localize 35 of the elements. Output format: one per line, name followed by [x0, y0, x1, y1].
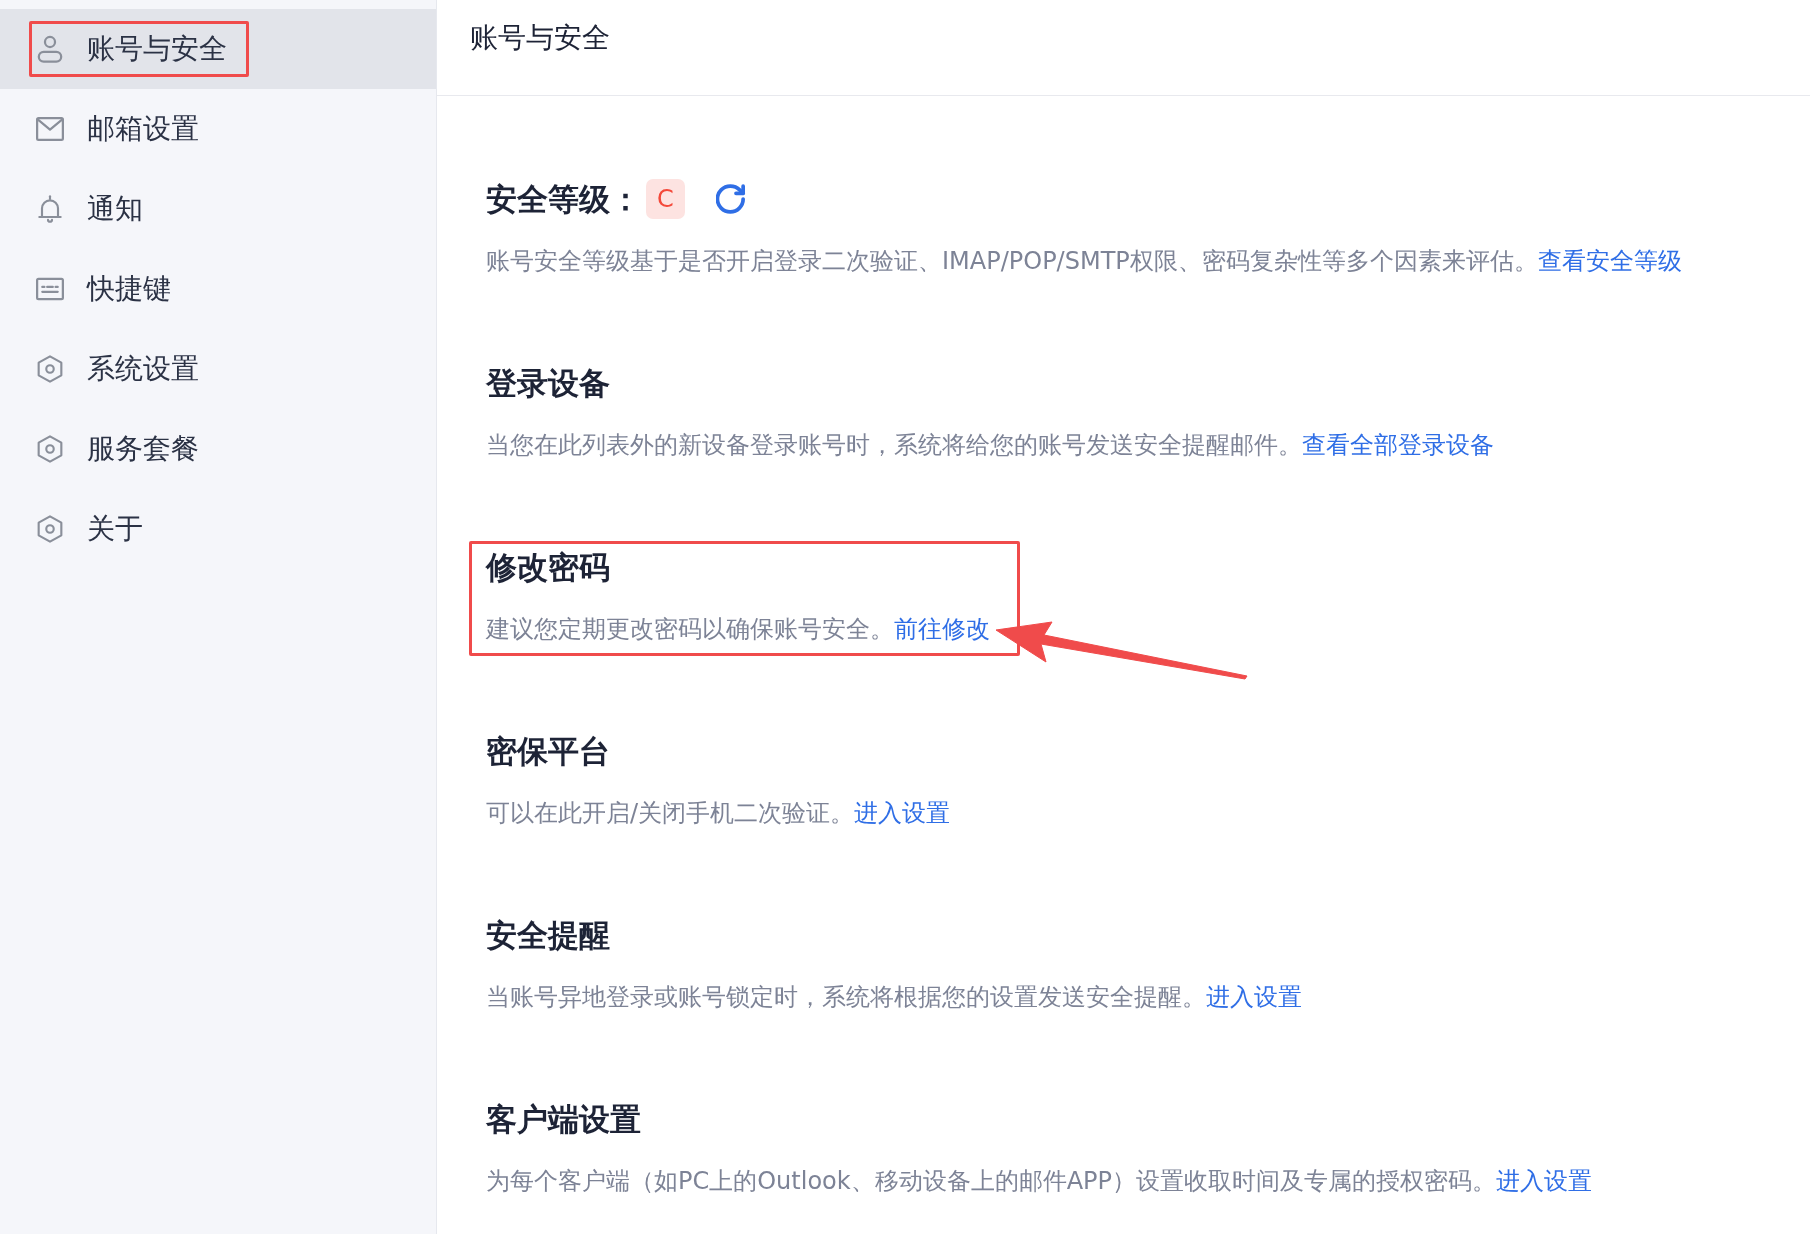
section-title: 密保平台 — [486, 732, 610, 771]
link[interactable]: 查看全部登录设备 — [1302, 431, 1494, 459]
section-description: 建议您定期更改密码以确保账号安全。 — [486, 615, 894, 643]
section-description: 为每个客户端（如PC上的Outlook、移动设备上的邮件APP）设置收取时间及专属的授权密码。 — [486, 1167, 1497, 1195]
link[interactable]: 前往修改 — [894, 615, 990, 643]
section-description: 可以在此开启/关闭手机二次验证。 — [486, 799, 855, 827]
hexagon-icon — [36, 355, 64, 383]
hexagon-icon — [36, 515, 64, 543]
link[interactable]: 查看安全等级 — [1537, 247, 1682, 275]
bell-icon — [36, 195, 64, 223]
hexagon-icon — [36, 435, 64, 463]
nav-item[interactable]: 服务套餐 — [0, 409, 436, 489]
link[interactable]: 进入设置 — [1496, 1167, 1593, 1195]
refresh-icon[interactable] — [716, 184, 746, 214]
nav-item[interactable]: 快捷键 — [0, 249, 436, 329]
header-title: 账号与安全 — [470, 20, 610, 56]
section-title: 安全等级： — [486, 180, 641, 219]
section-title: 修改密码 — [486, 548, 610, 587]
nav-item[interactable]: 邮箱设置 — [0, 89, 436, 169]
nav-item[interactable]: 系统设置 — [0, 329, 436, 409]
link[interactable]: 进入设置 — [1206, 983, 1302, 1011]
nav-item[interactable]: 账号与安全 — [0, 9, 436, 89]
section-description: 账号安全等级基于是否开启登录二次验证、IMAP/POP/SMTP权限、密码复杂性等多个因素来评估。 — [486, 247, 1538, 275]
nav-item[interactable]: 通知 — [0, 169, 436, 249]
section-description: 当您在此列表外的新设备登录账号时，系统将给您的账号发送安全提醒邮件。 — [486, 431, 1302, 459]
section-title: 登录设备 — [486, 364, 610, 403]
nav-item[interactable]: 关于 — [0, 489, 436, 569]
mail-icon — [36, 115, 64, 143]
person-icon — [36, 35, 64, 63]
link[interactable]: 进入设置 — [854, 799, 951, 827]
section-title: 客户端设置 — [486, 1100, 641, 1139]
level-badge: C — [646, 179, 685, 219]
section-description: 当账号异地登录或账号锁定时，系统将根据您的设置发送安全提醒。 — [486, 983, 1206, 1011]
keyboard-icon — [36, 275, 64, 303]
section-title: 安全提醒 — [486, 916, 610, 955]
